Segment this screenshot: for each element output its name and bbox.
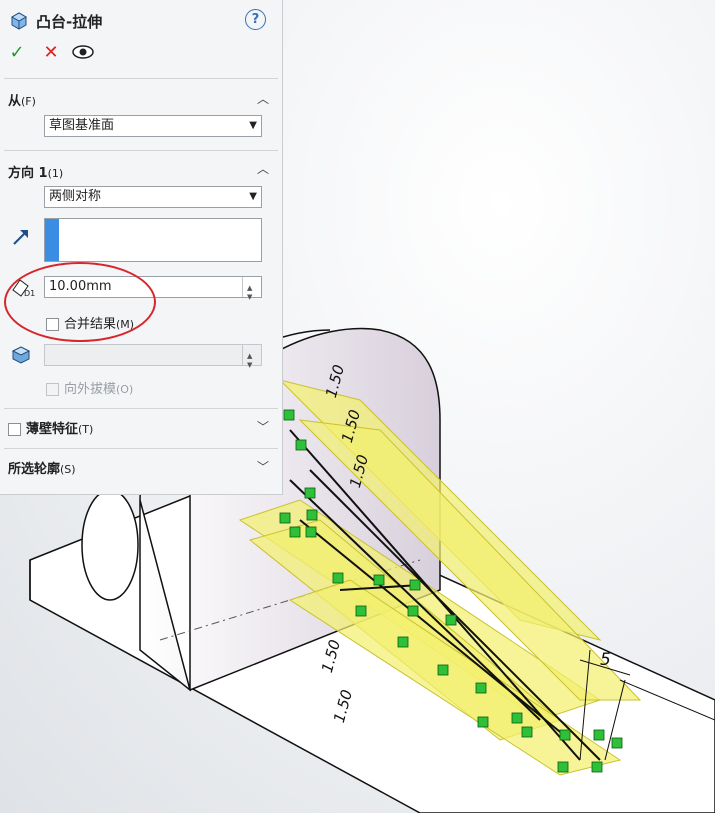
depth-icon: D1 <box>12 279 35 298</box>
section-direction1[interactable]: 方向 1(1) <box>8 162 63 181</box>
reverse-direction-icon[interactable] <box>10 226 32 248</box>
section-selected-contours[interactable]: 所选轮廓(S) <box>8 458 76 477</box>
chevron-up-icon[interactable]: ︿ <box>256 160 270 176</box>
draft-angle-input: ▲ ▼ <box>44 344 262 369</box>
cancel-button[interactable]: ✕ <box>40 42 62 64</box>
thin-feature-checkbox[interactable]: 薄壁特征(T) <box>8 418 93 437</box>
chevron-down-icon[interactable]: ﹀ <box>256 418 270 434</box>
dimension-label[interactable]: 5 <box>600 650 611 670</box>
end-condition-select[interactable]: 两侧对称 ▼ <box>44 186 262 208</box>
draft-icon[interactable] <box>10 343 32 365</box>
from-select[interactable]: 草图基准面 ▼ <box>44 115 262 137</box>
depth-input[interactable]: 10.00mm ▲ ▼ <box>44 276 262 301</box>
property-manager: 凸台-拉伸 ? ✓ ✕ 从(F) ︿ 草图基准面 ▼ 方向 1(1) ︿ 两侧对称… <box>0 0 283 495</box>
direction-reference-list[interactable] <box>44 218 262 262</box>
merge-result-checkbox[interactable]: 合并结果(M) <box>46 313 134 332</box>
chevron-up-icon[interactable]: ︿ <box>256 90 270 106</box>
ear-hole <box>81 489 139 601</box>
preview-eye-icon[interactable] <box>70 42 96 64</box>
chevron-down-icon[interactable]: ﹀ <box>256 458 270 474</box>
feature-title: 凸台-拉伸 <box>36 13 103 31</box>
draft-outward-checkbox: 向外拔模(O) <box>46 378 133 397</box>
svg-text:D1: D1 <box>24 289 35 298</box>
help-button[interactable]: ? <box>245 9 266 30</box>
panel-header: 凸台-拉伸 ? <box>0 0 282 40</box>
boss-extrude-icon <box>10 12 28 30</box>
ok-button[interactable]: ✓ <box>6 42 28 64</box>
section-from[interactable]: 从(F) <box>8 90 36 109</box>
